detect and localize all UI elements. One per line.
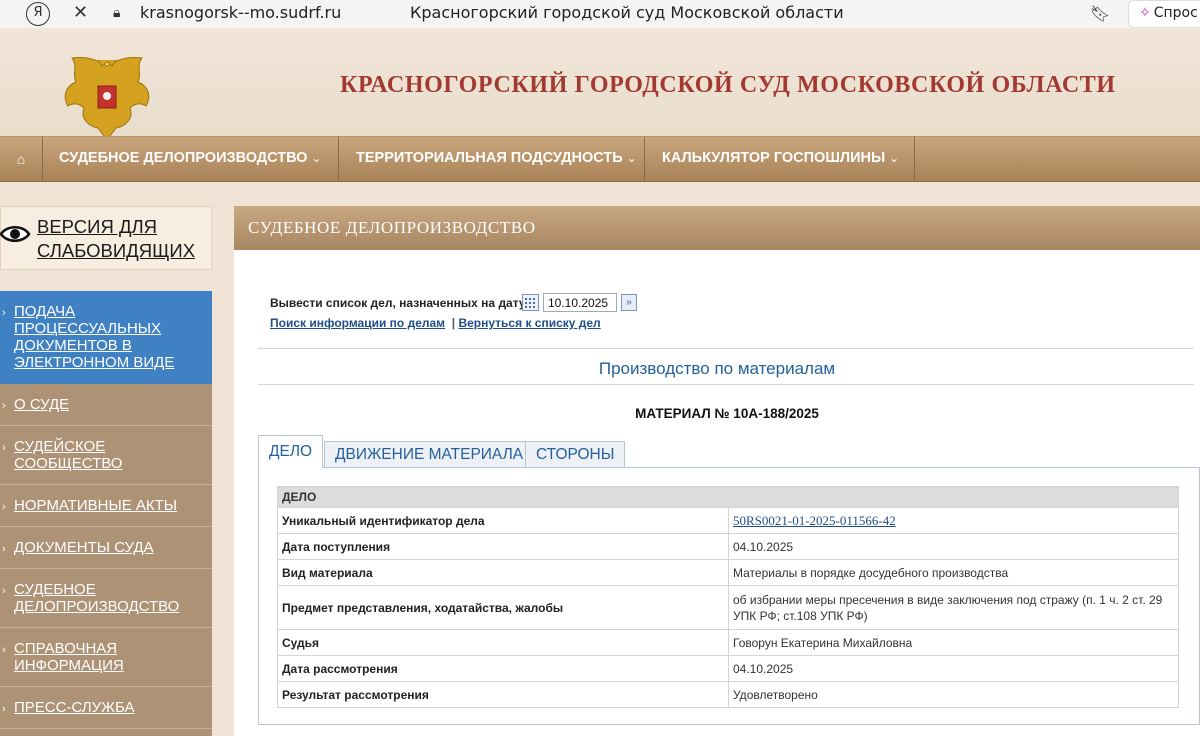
sidebar-item-label: НОРМАТИВНЫЕ АКТЫ [14, 497, 178, 514]
row-key: Дата рассмотрения [277, 655, 729, 682]
nav-item-fee-calculator[interactable]: КАЛЬКУЛЯТОР ГОСПОШЛИНЫ ⌄ [645, 137, 915, 181]
calendar-icon[interactable] [522, 294, 539, 311]
chevron-right-icon: › [2, 442, 6, 454]
yandex-logo-icon[interactable]: Я [26, 2, 50, 26]
sidebar-item-label: СУДЕЙСКОЕ СООБЩЕСТВО [14, 438, 123, 472]
row-key: Результат рассмотрения [277, 681, 729, 708]
sidebar-item-reference-info[interactable]: › СПРАВОЧНАЯ ИНФОРМАЦИЯ [0, 628, 212, 687]
sidebar-item-judicial-community[interactable]: › СУДЕЙСКОЕ СООБЩЕСТВО [0, 426, 212, 485]
nav-item-label: ТЕРРИТОРИАЛЬНАЯ ПОДСУДНОСТЬ [356, 150, 623, 166]
case-uid-link[interactable]: 50RS0021-01-2025-011566-42 [733, 513, 896, 528]
sidebar-item-label: ДОКУМЕНТЫ СУДА [14, 539, 154, 556]
address-bar-url[interactable]: krasnogorsk--mo.sudrf.ru [140, 3, 341, 22]
row-value: 04.10.2025 [728, 533, 1179, 560]
chevron-down-icon: ⌄ [311, 151, 322, 165]
tab-panel-case: ДЕЛО Уникальный идентификатор дела 50RS0… [258, 467, 1200, 725]
sidebar-item-court-proceedings[interactable]: › СУДЕБНОЕ ДЕЛОПРОИЗВОДСТВО [0, 569, 212, 628]
eye-icon [0, 226, 31, 242]
coat-of-arms-icon [64, 57, 150, 140]
row-key: Предмет представления, ходатайства, жало… [277, 585, 729, 630]
table-row: Судья Говорун Екатерина Михайловна [277, 629, 1179, 656]
main-nav: ⌂ СУДЕБНОЕ ДЕЛОПРОИЗВОДСТВО ⌄ ТЕРРИТОРИАЛ… [0, 136, 1200, 182]
sidebar-menu: › ПОДАЧА ПРОЦЕССУАЛЬНЫХ ДОКУМЕНТОВ В ЭЛЕ… [0, 291, 212, 736]
tab-parties[interactable]: СТОРОНЫ [525, 441, 626, 468]
sidebar-item-label: СПРАВОЧНАЯ ИНФОРМАЦИЯ [14, 640, 124, 674]
sidebar-item-press-service[interactable]: › ПРЕСС-СЛУЖБА [0, 687, 212, 729]
sidebar-item-about[interactable]: › О СУДЕ [0, 384, 212, 426]
proceeding-title: Производство по материалам [598, 359, 836, 378]
table-row: Вид материала Материалы в порядке досуде… [277, 559, 1179, 586]
sidebar-item-label: О СУДЕ [14, 396, 70, 413]
sidebar-item-regulations[interactable]: › НОРМАТИВНЫЕ АКТЫ [0, 485, 212, 527]
chevron-right-icon: › [2, 400, 6, 412]
table-row: Предмет представления, ходатайства, жало… [277, 585, 1179, 630]
row-key: Вид материала [277, 559, 729, 586]
case-search-link[interactable]: Поиск информации по делам [270, 316, 445, 330]
court-title: КРАСНОГОРСКИЙ ГОРОДСКОЙ СУД МОСКОВСКОЙ О… [340, 72, 1116, 98]
site-header: КРАСНОГОРСКИЙ ГОРОДСКОЙ СУД МОСКОВСКОЙ О… [0, 28, 1200, 140]
ask-button[interactable]: ✧ Спрос [1128, 0, 1200, 28]
page-tab-title: Красногорский городской суд Московской о… [410, 3, 844, 22]
bookmark-icon[interactable]: 🔖︎ [1090, 4, 1110, 23]
divider [258, 348, 1194, 349]
table-row: Дата рассмотрения 04.10.2025 [277, 655, 1179, 682]
lock-icon: 🔒︎ [113, 5, 121, 21]
date-prompt: Вывести список дел, назначенных на дату [270, 296, 526, 310]
browser-toolbar: Я ✕ 🔒︎ krasnogorsk--mo.sudrf.ru Красного… [0, 0, 1200, 29]
sidebar-item-court-documents[interactable]: › ДОКУМЕНТЫ СУДА [0, 527, 212, 569]
back-to-list-link[interactable]: Вернуться к списку дел [458, 316, 600, 330]
chevron-down-icon: ⌄ [626, 151, 637, 165]
nav-item-territorial-jurisdiction[interactable]: ТЕРРИТОРИАЛЬНАЯ ПОДСУДНОСТЬ ⌄ [339, 137, 645, 181]
show-list-button[interactable]: » [621, 294, 637, 311]
row-value: Материалы в порядке досудебного производ… [728, 559, 1179, 586]
chevron-right-icon: › [2, 703, 6, 715]
chevron-right-icon: › [2, 543, 6, 555]
chevron-right-icon: › [2, 585, 6, 597]
sidebar-item-label: СУДЕБНОЕ ДЕЛОПРОИЗВОДСТВО [14, 581, 180, 615]
case-info-table: ДЕЛО Уникальный идентификатор дела 50RS0… [277, 486, 1179, 708]
tab-material-movement[interactable]: ДВИЖЕНИЕ МАТЕРИАЛА [324, 441, 535, 468]
chevron-down-icon: ⌄ [889, 151, 900, 165]
link-separator: | [451, 316, 456, 330]
material-title: МАТЕРИАЛ № 10А-188/2025 [635, 406, 819, 421]
home-icon[interactable]: ⌂ [0, 137, 43, 181]
section-header: СУДЕБНОЕ ДЕЛОПРОИЗВОДСТВО [234, 206, 1200, 250]
ask-label: Спрос [1153, 5, 1198, 21]
links-row: Поиск информации по делам | Вернуться к … [270, 316, 601, 330]
visually-impaired-label: ВЕРСИЯ ДЛЯ СЛАБОВИДЯЩИХ [37, 216, 196, 261]
section-title: СУДЕБНОЕ ДЕЛОПРОИЗВОДСТВО [248, 218, 536, 237]
chevron-right-icon: › [2, 307, 6, 319]
sidebar-item-e-filing[interactable]: › ПОДАЧА ПРОЦЕССУАЛЬНЫХ ДОКУМЕНТОВ В ЭЛЕ… [0, 291, 212, 384]
sidebar-item-label: ПОДАЧА ПРОЦЕССУАЛЬНЫХ ДОКУМЕНТОВ В ЭЛЕКТ… [14, 303, 175, 371]
tab-case[interactable]: ДЕЛО [258, 435, 324, 468]
group-header-cell: ДЕЛО [277, 486, 1179, 508]
row-value: 04.10.2025 [728, 655, 1179, 682]
divider [258, 384, 1194, 385]
nav-item-court-proceedings[interactable]: СУДЕБНОЕ ДЕЛОПРОИЗВОДСТВО ⌄ [42, 137, 339, 181]
table-row: Уникальный идентификатор дела 50RS0021-0… [277, 507, 1179, 534]
double-chevron-right-icon: » [626, 297, 632, 308]
row-value: 50RS0021-01-2025-011566-42 [728, 507, 1179, 534]
chevron-right-icon: › [2, 501, 6, 513]
main-content: СУДЕБНОЕ ДЕЛОПРОИЗВОДСТВО Вывести список… [234, 206, 1200, 736]
row-value: об избрании меры пресечения в виде заклю… [728, 585, 1179, 630]
table-row: Дата поступления 04.10.2025 [277, 533, 1179, 560]
row-value: Удовлетворено [728, 681, 1179, 708]
sidebar-item-label: ПРЕСС-СЛУЖБА [14, 699, 135, 716]
visually-impaired-version-link[interactable]: ВЕРСИЯ ДЛЯ СЛАБОВИДЯЩИХ [0, 206, 212, 270]
row-key: Уникальный идентификатор дела [277, 507, 729, 534]
row-key: Судья [277, 629, 729, 656]
nav-item-label: КАЛЬКУЛЯТОР ГОСПОШЛИНЫ [662, 150, 886, 166]
row-value: Говорун Екатерина Михайловна [728, 629, 1179, 656]
table-row: Результат рассмотрения Удовлетворено [277, 681, 1179, 708]
close-icon[interactable]: ✕ [73, 2, 88, 23]
date-input[interactable] [543, 293, 617, 312]
row-key: Дата поступления [277, 533, 729, 560]
chevron-right-icon: › [2, 644, 6, 656]
table-group-header: ДЕЛО [277, 486, 1179, 508]
nav-item-label: СУДЕБНОЕ ДЕЛОПРОИЗВОДСТВО [59, 150, 308, 166]
sparkle-icon: ✧ [1139, 5, 1151, 21]
